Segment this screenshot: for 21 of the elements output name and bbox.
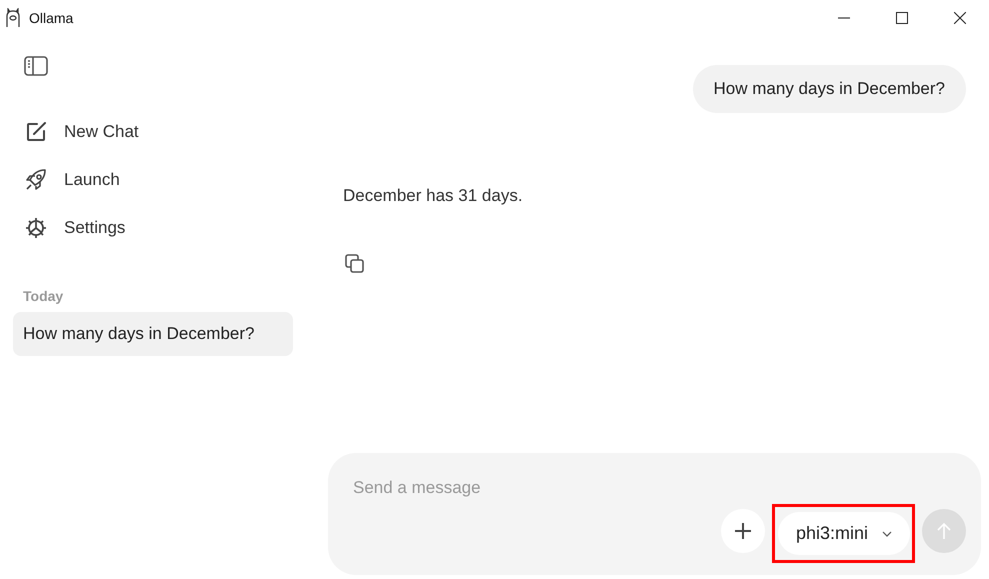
rocket-icon xyxy=(24,168,48,192)
maximize-icon xyxy=(896,12,908,24)
chat-history-item[interactable]: How many days in December? xyxy=(13,312,293,356)
arrow-up-icon xyxy=(936,522,952,540)
assistant-message: December has 31 days. xyxy=(343,186,523,206)
user-message-bubble: How many days in December? xyxy=(692,65,966,113)
settings-icon xyxy=(25,217,47,239)
chevron-down-icon xyxy=(882,530,892,536)
copy-icon[interactable] xyxy=(345,254,365,274)
nav-item[interactable]: Launch xyxy=(64,170,120,190)
model-selector[interactable]: phi3:mini xyxy=(778,512,910,555)
sidebar-toggle-icon[interactable] xyxy=(24,56,48,76)
window-title: Ollama xyxy=(29,10,74,26)
edit-icon xyxy=(25,121,47,143)
nav-item[interactable]: Settings xyxy=(64,218,126,238)
close-icon xyxy=(954,12,966,24)
message-input[interactable]: Send a message xyxy=(353,478,653,498)
nav-item[interactable]: New Chat xyxy=(64,122,139,142)
section-heading: Today xyxy=(23,288,64,304)
plus-icon xyxy=(734,522,752,540)
llama-icon xyxy=(5,8,21,28)
